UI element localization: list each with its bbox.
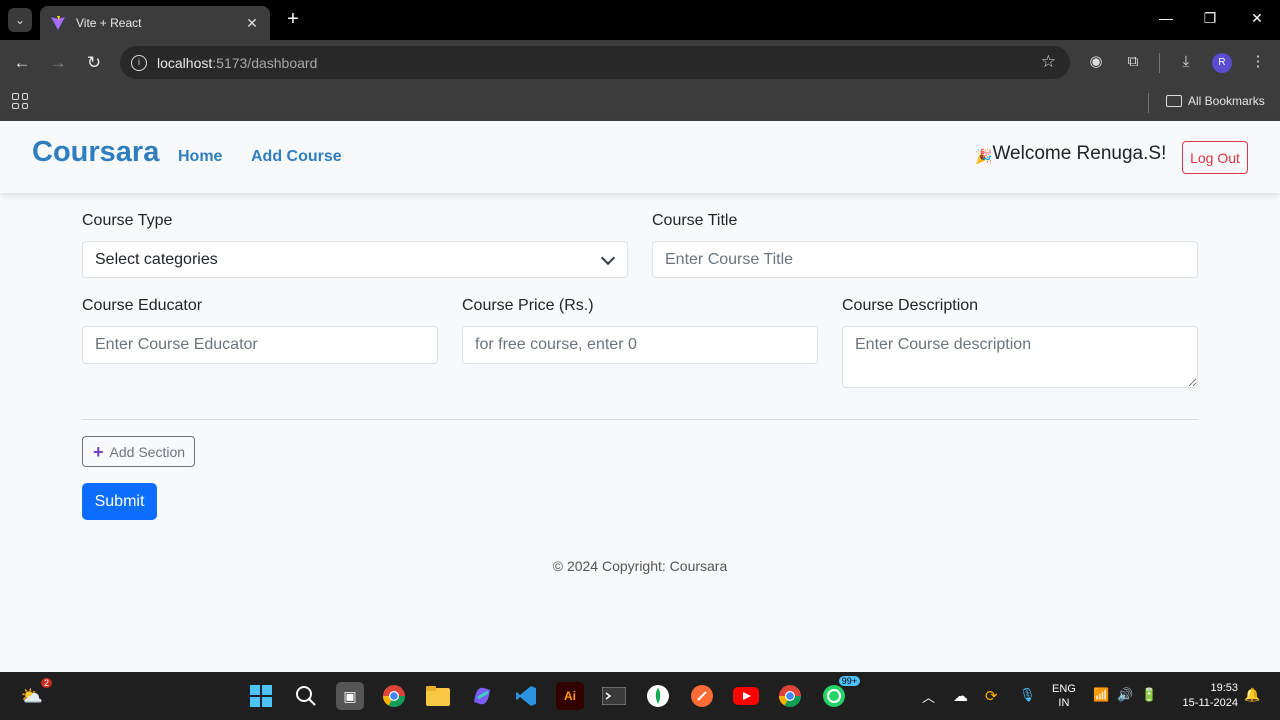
vite-logo-icon	[51, 16, 65, 30]
profile-avatar[interactable]: R	[1212, 53, 1232, 73]
chrome-profile-icon[interactable]	[776, 682, 804, 710]
sync-icon[interactable]: ⟳	[985, 687, 998, 705]
footer-copyright: © 2024 Copyright: Coursara	[552, 558, 728, 574]
vscode-icon[interactable]	[512, 682, 540, 710]
postman-icon[interactable]	[688, 682, 716, 710]
course-educator-input[interactable]	[82, 326, 438, 364]
close-window-icon[interactable]: ✕	[1247, 10, 1267, 27]
welcome-text: Welcome Renuga.S!	[992, 143, 1167, 164]
site-info-icon[interactable]: i	[131, 54, 147, 71]
browser-tab-bar: ⌄ Vite + React ✕ + — ❐ ✕	[0, 0, 1280, 40]
wifi-icon[interactable]: 📶	[1093, 687, 1109, 703]
browser-tab[interactable]: Vite + React ✕	[40, 6, 270, 40]
lang-region: IN	[1058, 697, 1070, 709]
illustrator-icon[interactable]: Ai	[556, 682, 584, 710]
bookmarks-bar: All Bookmarks	[0, 85, 1280, 121]
course-description-textarea[interactable]	[842, 326, 1198, 388]
clock-date: 15-11-2024	[1182, 697, 1238, 709]
windows-taskbar: ⛅ 2 ▣ Ai 99+ ︿ ☁ ⟳ 🎙 ENG IN 📶 🔊 🔋 19:53 …	[0, 672, 1280, 720]
form-divider	[82, 419, 1198, 420]
mongodb-compass-icon[interactable]	[644, 682, 672, 710]
weather-icon[interactable]: ⛅ 2	[18, 678, 52, 710]
course-educator-label: Course Educator	[82, 297, 203, 314]
logout-button[interactable]: Log Out	[1182, 141, 1248, 174]
toolbar-divider	[1159, 53, 1160, 73]
new-tab-icon[interactable]: +	[282, 8, 304, 32]
youtube-icon[interactable]	[732, 682, 760, 710]
onedrive-icon[interactable]: ☁	[953, 687, 968, 705]
tab-close-icon[interactable]: ✕	[244, 15, 260, 32]
browser-toolbar: ← → ↻ i localhost :5173/dashboard ☆ ◉ ⧉ …	[0, 40, 1280, 85]
tab-search-icon[interactable]: ⌄	[8, 8, 32, 32]
welcome-message: 🎉 Welcome Renuga.S!	[975, 143, 1166, 165]
address-bar[interactable]: i localhost :5173/dashboard ☆	[120, 46, 1070, 79]
weather-badge: 2	[40, 678, 52, 688]
clock-time: 19:53	[1210, 682, 1238, 694]
party-popper-icon: 🎉	[975, 148, 993, 164]
course-price-input[interactable]	[462, 326, 818, 364]
all-bookmarks-label: All Bookmarks	[1188, 94, 1265, 108]
copilot-icon[interactable]	[468, 682, 496, 710]
whatsapp-badge: 99+	[838, 676, 860, 686]
add-section-label: Add Section	[109, 443, 186, 460]
minimize-icon[interactable]: —	[1156, 10, 1176, 26]
all-bookmarks-button[interactable]: All Bookmarks	[1166, 94, 1265, 108]
tray-overflow-icon[interactable]: ︿	[922, 687, 935, 706]
app-navbar: Coursara Home Add Course 🎉 Welcome Renug…	[0, 121, 1280, 193]
bookmarks-divider	[1148, 93, 1149, 113]
battery-icon[interactable]: 🔋	[1141, 687, 1157, 703]
course-title-input[interactable]	[652, 241, 1198, 278]
tab-title: Vite + React	[76, 16, 142, 30]
brand-logo[interactable]: Coursara	[32, 136, 159, 169]
whatsapp-icon[interactable]: 99+	[820, 676, 860, 710]
download-icon[interactable]: ⤓	[1176, 52, 1196, 72]
nav-link-add-course[interactable]: Add Course	[251, 148, 342, 166]
microphone-icon[interactable]: 🎙	[1019, 687, 1036, 703]
folder-icon	[1166, 95, 1182, 107]
course-price-label: Course Price (Rs.)	[462, 297, 594, 314]
task-view-icon[interactable]: ▣	[336, 682, 364, 710]
reload-icon[interactable]: ↻	[82, 51, 106, 75]
screen-capture-extension-icon[interactable]: ◉	[1086, 52, 1106, 72]
browser-menu-icon[interactable]: ⋮	[1248, 52, 1268, 72]
extensions-icon[interactable]: ⧉	[1123, 52, 1143, 72]
course-title-label: Course Title	[652, 212, 738, 229]
apps-grid-icon[interactable]	[12, 93, 28, 109]
terminal-icon[interactable]	[600, 682, 628, 710]
course-type-select[interactable]: Select categories	[82, 241, 628, 278]
url-path: :5173/dashboard	[212, 54, 318, 71]
forward-icon[interactable]: →	[46, 51, 70, 75]
system-clock[interactable]: 19:53 15-11-2024	[1172, 681, 1238, 711]
course-type-label: Course Type	[82, 212, 173, 229]
lang-code: ENG	[1052, 683, 1076, 695]
add-section-button[interactable]: + Add Section	[82, 436, 195, 467]
file-explorer-icon[interactable]	[424, 682, 452, 710]
url-host: localhost	[157, 54, 213, 71]
submit-button[interactable]: Submit	[82, 483, 157, 520]
nav-link-home[interactable]: Home	[178, 148, 222, 166]
start-windows-icon[interactable]	[247, 682, 275, 710]
course-description-label: Course Description	[842, 297, 979, 314]
chrome-icon[interactable]	[380, 682, 408, 710]
chevron-down-icon	[600, 250, 616, 266]
plus-icon: +	[93, 441, 104, 462]
restore-icon[interactable]: ❐	[1200, 10, 1220, 27]
back-icon[interactable]: ←	[10, 51, 34, 75]
volume-icon[interactable]: 🔊	[1117, 687, 1133, 703]
language-indicator[interactable]: ENG IN	[1052, 682, 1076, 710]
course-type-value: Select categories	[95, 250, 218, 268]
search-icon[interactable]	[292, 682, 320, 710]
bookmark-star-icon[interactable]: ☆	[1041, 52, 1056, 72]
notification-bell-icon[interactable]: 🔔	[1244, 687, 1260, 703]
